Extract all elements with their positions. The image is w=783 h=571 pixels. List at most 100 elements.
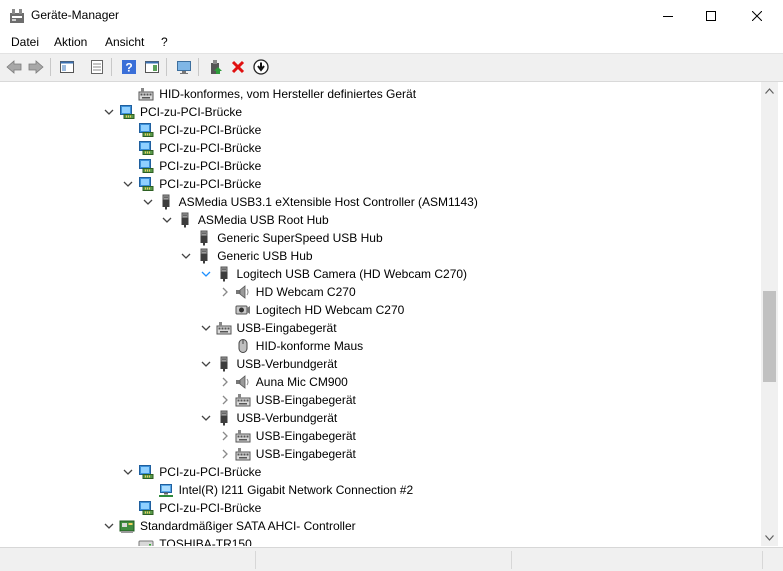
maximize-button[interactable] [688, 0, 734, 31]
tree-row[interactable]: USB-Eingabegerät [4, 427, 759, 445]
device-manager-window: Geräte-Manager Datei Aktion Ansicht ? ? … [0, 0, 783, 571]
help-button[interactable]: ? [120, 58, 138, 76]
tree-row[interactable]: Generic SuperSpeed USB Hub [4, 229, 759, 247]
vertical-scrollbar[interactable] [761, 82, 778, 546]
usb-icon [196, 230, 212, 246]
tree-row[interactable]: Auna Mic CM900 [4, 373, 759, 391]
tree-row[interactable]: USB-Eingabegerät [4, 319, 759, 337]
scan-hardware-button[interactable] [175, 58, 193, 76]
chevron-right-icon[interactable] [218, 375, 232, 389]
toolbar-separator [50, 58, 51, 76]
disk-icon [138, 536, 154, 546]
close-button[interactable] [734, 0, 780, 31]
tree-row[interactable]: HID-konforme Maus [4, 337, 759, 355]
scroll-up-button[interactable] [761, 82, 778, 99]
tree-row[interactable]: PCI-zu-PCI-Brücke [4, 139, 759, 157]
menu-bar: Datei Aktion Ansicht ? [0, 31, 783, 53]
tree-item-label: HID-konforme Maus [255, 339, 364, 353]
menu-aktion[interactable]: Aktion [54, 35, 87, 49]
tree-row[interactable]: PCI-zu-PCI-Brücke [4, 103, 759, 121]
disable-device-button[interactable] [252, 58, 270, 76]
tree-row[interactable]: PCI-zu-PCI-Brücke [4, 463, 759, 481]
tree-item-label: Logitech HD Webcam C270 [255, 303, 405, 317]
hid-icon [235, 446, 251, 462]
tree-row[interactable]: USB-Verbundgerät [4, 355, 759, 373]
menu-datei[interactable]: Datei [11, 35, 39, 49]
action-pane-button[interactable] [143, 58, 161, 76]
chevron-down-icon[interactable] [199, 357, 213, 371]
tree-row[interactable]: USB-Eingabegerät [4, 391, 759, 409]
tree-row[interactable]: PCI-zu-PCI-Brücke [4, 175, 759, 193]
title-bar[interactable]: Geräte-Manager [0, 0, 783, 31]
minimize-button[interactable] [645, 0, 691, 31]
hid-icon [138, 86, 154, 102]
chevron-right-icon[interactable] [218, 393, 232, 407]
tree-item-label: PCI-zu-PCI-Brücke [159, 501, 262, 515]
tree-item-label: PCI-zu-PCI-Brücke [159, 123, 262, 137]
tree-row[interactable]: Intel(R) I211 Gigabit Network Connection… [4, 481, 759, 499]
tree-item-label: PCI-zu-PCI-Brücke [159, 141, 262, 155]
tree-item-label: Generic USB Hub [217, 249, 313, 263]
tree-row[interactable]: ASMedia USB3.1 eXtensible Host Controlle… [4, 193, 759, 211]
tree-row[interactable]: PCI-zu-PCI-Brücke [4, 157, 759, 175]
chevron-down-icon[interactable] [199, 411, 213, 425]
tree-item-label: USB-Verbundgerät [236, 411, 338, 425]
minimize-icon [663, 15, 673, 17]
forward-button[interactable] [27, 58, 45, 76]
update-driver-icon [211, 60, 222, 74]
tree-row[interactable]: USB-Verbundgerät [4, 409, 759, 427]
chevron-down-icon[interactable] [102, 105, 116, 119]
usb-icon [177, 212, 193, 228]
show-hide-tree-icon [60, 61, 74, 73]
device-manager-app-icon [9, 8, 25, 24]
pci-bridge-icon [138, 140, 154, 156]
tree-row[interactable]: Logitech USB Camera (HD Webcam C270) [4, 265, 759, 283]
chevron-down-icon[interactable] [141, 195, 155, 209]
uninstall-device-icon [231, 60, 245, 74]
chevron-down-icon[interactable] [199, 267, 213, 281]
tree-row[interactable]: HD Webcam C270 [4, 283, 759, 301]
status-cell [256, 551, 512, 569]
chevron-right-icon[interactable] [218, 429, 232, 443]
usb-icon [158, 194, 174, 210]
back-button[interactable] [5, 58, 23, 76]
menu-ansicht[interactable]: Ansicht [105, 35, 144, 49]
menu-help[interactable]: ? [161, 35, 168, 49]
chevron-down-icon[interactable] [179, 249, 193, 263]
tree-row[interactable]: Generic USB Hub [4, 247, 759, 265]
chevron-down-icon[interactable] [102, 519, 116, 533]
close-icon [752, 10, 762, 21]
show-hide-tree-button[interactable] [58, 58, 76, 76]
tree-row[interactable]: ASMedia USB Root Hub [4, 211, 759, 229]
chevron-down-icon[interactable] [160, 213, 174, 227]
tree-row[interactable]: PCI-zu-PCI-Brücke [4, 499, 759, 517]
tree-row[interactable]: USB-Eingabegerät [4, 445, 759, 463]
toolbar: ? [0, 53, 783, 82]
tree-item-label: PCI-zu-PCI-Brücke [159, 159, 262, 173]
status-cell [0, 551, 256, 569]
tree-row[interactable]: PCI-zu-PCI-Brücke [4, 121, 759, 139]
chevron-right-icon[interactable] [218, 285, 232, 299]
scrollbar-thumb[interactable] [763, 291, 776, 382]
pci-bridge-icon [138, 176, 154, 192]
tree-row[interactable]: TOSHIBA-TR150 [4, 535, 759, 546]
tree-row[interactable]: Standardmäßiger SATA AHCI- Controller [4, 517, 759, 535]
pci-bridge-icon [138, 122, 154, 138]
scroll-down-button[interactable] [761, 529, 778, 546]
update-driver-button[interactable] [207, 58, 225, 76]
chevron-down-icon[interactable] [121, 177, 135, 191]
chevron-down-icon[interactable] [121, 465, 135, 479]
tree-row[interactable]: Logitech HD Webcam C270 [4, 301, 759, 319]
uninstall-device-button[interactable] [229, 58, 247, 76]
properties-button[interactable] [88, 58, 106, 76]
chevron-down-icon[interactable] [199, 321, 213, 335]
chevron-right-icon[interactable] [218, 447, 232, 461]
hid-icon [235, 428, 251, 444]
usb-icon [196, 248, 212, 264]
tree-row[interactable]: HID-konformes, vom Hersteller definierte… [4, 85, 759, 103]
disable-device-icon [253, 59, 269, 75]
tree-item-label: Standardmäßiger SATA AHCI- Controller [140, 519, 356, 533]
pci-bridge-icon [138, 158, 154, 174]
usb-icon [216, 266, 232, 282]
tree-item-label: USB-Verbundgerät [236, 357, 338, 371]
